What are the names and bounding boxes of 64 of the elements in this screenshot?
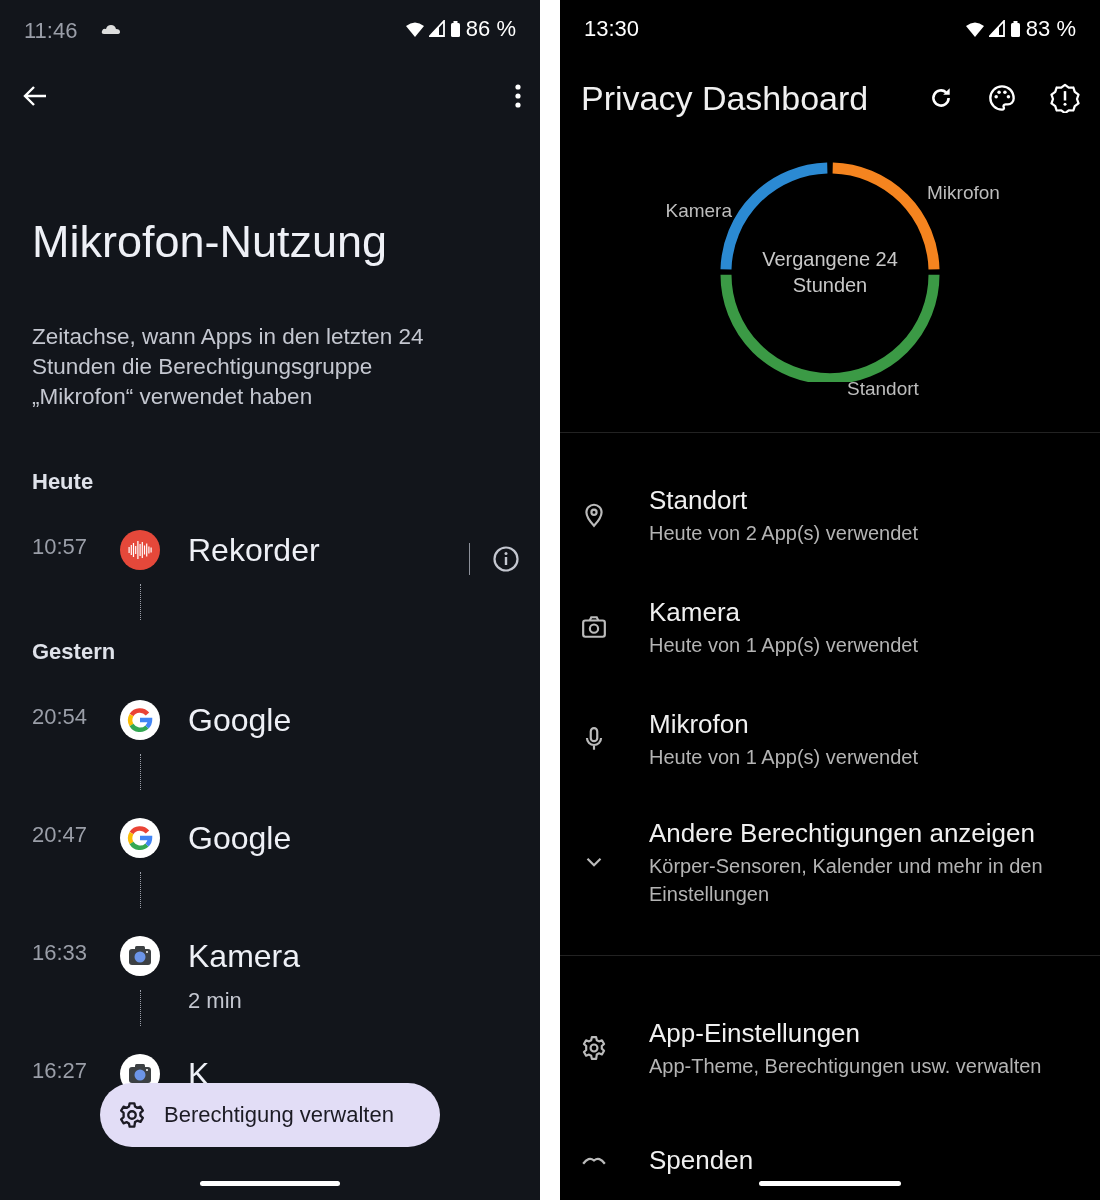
app-name: Google [188, 819, 293, 858]
more-options-icon[interactable] [514, 83, 522, 109]
info-icon[interactable] [492, 545, 520, 573]
timeline-connector [139, 872, 141, 908]
permission-item[interactable]: Mikrofon Heute von 1 App(s) verwendet [560, 683, 1100, 795]
signal-icon [988, 20, 1006, 38]
item-title: Spenden [649, 1144, 755, 1177]
item-subtitle: Körper-Sensoren, Kalender und mehr in den Einstellungen [649, 854, 1044, 907]
item-subtitle: Heute von 2 App(s) verwendet [649, 521, 920, 546]
palette-icon[interactable] [988, 84, 1016, 112]
usage-time: 16:27 [32, 1057, 89, 1085]
timeline-connector [139, 990, 141, 1026]
permission-item[interactable]: Kamera Heute von 1 App(s) verwendet [560, 571, 1100, 683]
app-name: Google [188, 701, 293, 740]
section-heading: Heute [32, 468, 95, 496]
usage-time: 10:57 [32, 533, 89, 561]
item-title: Kamera [649, 596, 742, 629]
permission-item[interactable]: Standort Heute von 2 App(s) verwendet [560, 459, 1100, 571]
status-time: 13:30 [584, 16, 640, 42]
timeline-connector [139, 754, 141, 790]
segment-label: Standort [847, 378, 919, 400]
item-subtitle: App-Theme, Berechtigungen usw. verwalten [649, 1054, 1043, 1079]
permission-item[interactable]: Andere Berechtigungen anzeigen Körper-Sensoren, Kalender und mehr in den Einstellungen [560, 795, 1100, 929]
segment-label: Mikrofon [927, 182, 1000, 204]
google-logo-icon [120, 818, 160, 858]
page-title: Mikrofon-Nutzung [32, 215, 389, 269]
back-arrow-icon[interactable] [22, 85, 48, 107]
battery-percent: 83 % [1025, 16, 1076, 42]
wifi-icon [964, 20, 985, 38]
arc-icon [581, 1155, 607, 1165]
page-description: Zeitachse, wann Apps in den letzten 24 Stunden die Berechtigungsgruppe „Mikrofon“ verwendet haben [32, 323, 425, 411]
item-title: Mikrofon [649, 708, 750, 741]
battery-icon [449, 20, 461, 38]
camera-icon [120, 936, 160, 976]
alert-badge-icon[interactable] [1050, 83, 1080, 113]
usage-time: 20:54 [32, 703, 89, 731]
item-subtitle: Heute von 1 App(s) verwendet [649, 633, 920, 658]
google-logo-icon [120, 700, 160, 740]
settings-icon [581, 1035, 607, 1061]
usage-time: 20:47 [32, 821, 89, 849]
battery-icon [1009, 20, 1021, 38]
segment-label: Kamera [665, 200, 732, 222]
item-title: Andere Berechtigungen anzeigen [649, 817, 1036, 850]
usage-time: 16:33 [32, 939, 89, 967]
item-subtitle: Heute von 1 App(s) verwendet [649, 745, 920, 770]
settings-item[interactable]: Spenden [560, 1104, 1100, 1200]
manage-permission-button[interactable]: Berechtigung verwalten [100, 1083, 440, 1147]
settings-item[interactable]: App-Einstellungen App-Theme, Berechtigungen usw. verwalten [560, 992, 1100, 1104]
app-title: Privacy Dashboard [581, 78, 870, 118]
section-heading: Gestern [32, 638, 117, 666]
camera-icon [581, 614, 607, 640]
app-name: Rekorder [188, 531, 321, 570]
ring-center-label: Vergangene 24 Stunden [761, 247, 899, 298]
settings-icon [118, 1101, 146, 1129]
usage-duration: 2 min [188, 988, 243, 1014]
wifi-icon [404, 20, 425, 38]
battery-percent: 86 % [465, 16, 516, 42]
item-title: App-Einstellungen [649, 1017, 862, 1050]
status-time: 11:46 [24, 17, 78, 44]
waveform-icon [120, 530, 160, 570]
app-name: Kamera [188, 937, 302, 976]
item-title: Standort [649, 484, 749, 517]
signal-icon [428, 20, 446, 38]
timeline-connector [139, 584, 141, 620]
